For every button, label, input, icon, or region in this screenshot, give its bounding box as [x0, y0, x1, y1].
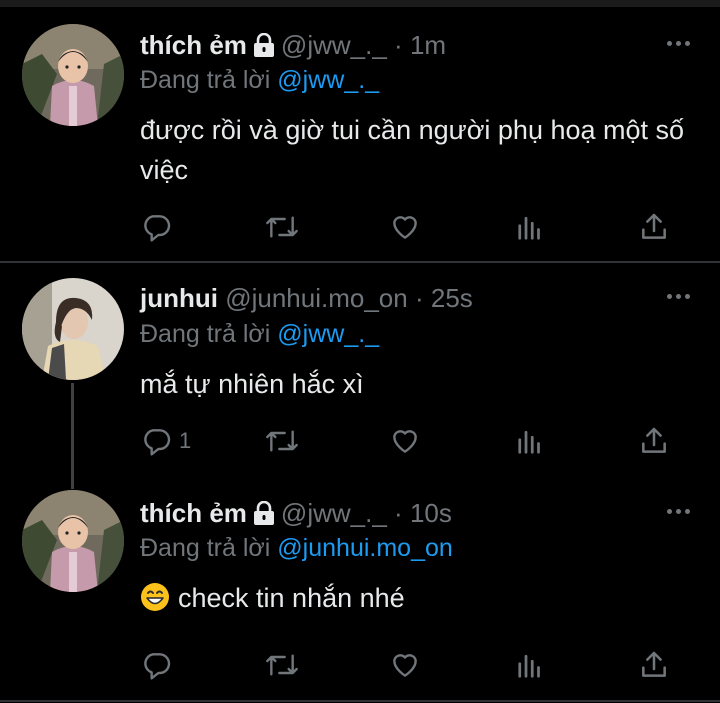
views-icon: [518, 216, 540, 240]
like-button[interactable]: [389, 421, 421, 461]
reply-icon: [144, 215, 171, 242]
tweet-header: junhui @junhui.mo_on · 25s: [140, 282, 473, 314]
tweet-text: được rồi và giờ tui cần người phụ hoạ mộ…: [140, 115, 685, 185]
share-button[interactable]: [638, 645, 670, 685]
reply-mention[interactable]: @junhui.mo_on: [277, 534, 453, 562]
reply-icon: [144, 653, 171, 680]
display-name[interactable]: thích ẻm: [140, 30, 247, 60]
replying-to: Đang trả lời @junhui.mo_on: [140, 532, 453, 564]
separator-dot: ·: [394, 498, 403, 528]
user-handle[interactable]: @junhui.mo_on: [225, 283, 408, 313]
share-button[interactable]: [638, 207, 670, 247]
reply-mention[interactable]: @jww_._: [277, 66, 379, 94]
retweet-icon: [266, 430, 298, 452]
retweet-icon: [266, 654, 298, 676]
share-icon: [642, 651, 666, 677]
display-name[interactable]: junhui: [140, 283, 218, 313]
like-button[interactable]: [389, 645, 421, 685]
separator-dot: ·: [414, 283, 424, 313]
tweet-2[interactable]: junhui @junhui.mo_on · 25s Đang trả lời …: [0, 263, 720, 481]
retweet-button[interactable]: [264, 421, 300, 461]
tweet-text: check tin nhắn nhé: [178, 583, 405, 613]
like-button[interactable]: [389, 207, 421, 247]
retweet-icon: [266, 216, 298, 238]
views-icon: [518, 654, 540, 678]
replying-to: Đang trả lời @jww_._: [140, 318, 379, 350]
display-name[interactable]: thích ẻm: [140, 498, 247, 528]
reply-prefix: Đang trả lời: [140, 534, 271, 562]
avatar[interactable]: [22, 278, 124, 380]
views-button[interactable]: [516, 645, 546, 685]
reply-button[interactable]: [141, 645, 179, 685]
share-button[interactable]: [638, 421, 670, 461]
bottom-divider: [0, 700, 720, 702]
reply-button[interactable]: 1: [141, 421, 191, 461]
tweet-3[interactable]: thích ẻm @jww_._ · 10s Đang trả lời @junh…: [0, 481, 720, 701]
share-icon: [642, 213, 666, 239]
tweet-text: mắ tự nhiên hắc xì: [140, 369, 364, 399]
separator-dot: ·: [394, 30, 403, 60]
avatar[interactable]: [22, 490, 124, 592]
reply-count: 1: [179, 428, 192, 453]
tweet-header: thích ẻm @jww_._ · 10s: [140, 497, 452, 532]
reply-prefix: Đang trả lời: [140, 320, 271, 348]
lock-icon: [253, 32, 275, 64]
reply-prefix: Đang trả lời: [140, 66, 271, 94]
tweet-header: thích ẻm @jww_._ · 1m: [140, 29, 446, 64]
grinning-face-emoji: [140, 582, 170, 623]
views-button[interactable]: [516, 207, 546, 247]
user-handle[interactable]: @jww_._: [281, 498, 387, 528]
timestamp[interactable]: 1m: [410, 30, 446, 60]
more-icon[interactable]: [664, 286, 694, 306]
views-button[interactable]: [516, 421, 546, 461]
views-icon: [518, 430, 540, 454]
tweet-actions: [0, 645, 720, 685]
tweet-1[interactable]: thích ẻm @jww_._ · 1m Đang trả lời @jww_.…: [0, 0, 720, 262]
user-handle[interactable]: @jww_._: [281, 30, 387, 60]
reply-icon: [144, 429, 171, 456]
tweet-actions: 1: [0, 421, 720, 461]
tweet-text-container: check tin nhắn nhé: [140, 578, 700, 623]
share-icon: [642, 427, 666, 453]
reply-button[interactable]: [141, 207, 179, 247]
timestamp[interactable]: 25s: [431, 283, 473, 313]
timestamp[interactable]: 10s: [410, 498, 452, 528]
more-icon[interactable]: [664, 501, 694, 521]
like-icon: [393, 430, 417, 453]
tweet-actions: [0, 207, 720, 247]
like-icon: [393, 654, 417, 677]
more-icon[interactable]: [664, 33, 694, 53]
avatar[interactable]: [22, 24, 124, 126]
like-icon: [393, 216, 417, 239]
reply-mention[interactable]: @jww_._: [277, 320, 379, 348]
lock-icon: [253, 500, 275, 532]
retweet-button[interactable]: [264, 645, 300, 685]
retweet-button[interactable]: [264, 207, 300, 247]
replying-to: Đang trả lời @jww_._: [140, 64, 379, 96]
